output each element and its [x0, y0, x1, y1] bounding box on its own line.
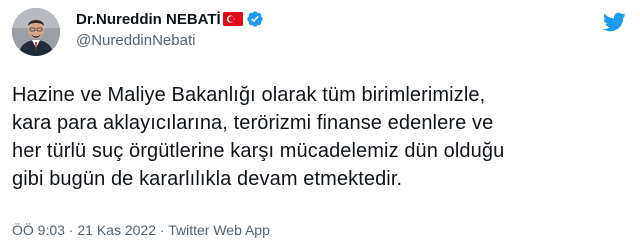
author-handle[interactable]: @NureddinNebati	[76, 32, 264, 49]
tweet-card: Dr.Nureddin NEBATİ @NureddinNebati Hazin…	[0, 0, 640, 250]
tweet-text-line: her türlü suç örgütlerine karşı mücadele…	[12, 140, 505, 162]
tweet-time[interactable]: ÖÖ 9:03	[12, 222, 65, 238]
turkey-flag-icon	[222, 12, 243, 26]
avatar[interactable]	[12, 8, 60, 56]
tweet-date[interactable]: 21 Kas 2022	[77, 222, 156, 238]
twitter-bird-icon[interactable]	[602, 10, 626, 34]
verified-badge-icon	[246, 10, 264, 28]
tweet-text-line: gibi bugün de kararlılıkla devam etmekte…	[12, 168, 403, 190]
tweet-text: Hazine ve Maliye Bakanlığı olarak tüm bi…	[12, 81, 628, 193]
author-block[interactable]: Dr.Nureddin NEBATİ @NureddinNebati	[76, 9, 264, 49]
meta-separator: ·	[64, 222, 78, 238]
author-display-name[interactable]: Dr.Nureddin NEBATİ	[76, 11, 221, 28]
tweet-source[interactable]: Twitter Web App	[168, 222, 270, 238]
tweet-meta: ÖÖ 9:03 · 21 Kas 2022 · Twitter Web App	[12, 222, 270, 238]
meta-separator: ·	[156, 222, 169, 238]
name-row: Dr.Nureddin NEBATİ	[76, 9, 264, 29]
tweet-text-line: kara para aklayıcılarına, terörizmi fina…	[12, 112, 494, 134]
tweet-text-line: Hazine ve Maliye Bakanlığı olarak tüm bi…	[12, 84, 486, 106]
